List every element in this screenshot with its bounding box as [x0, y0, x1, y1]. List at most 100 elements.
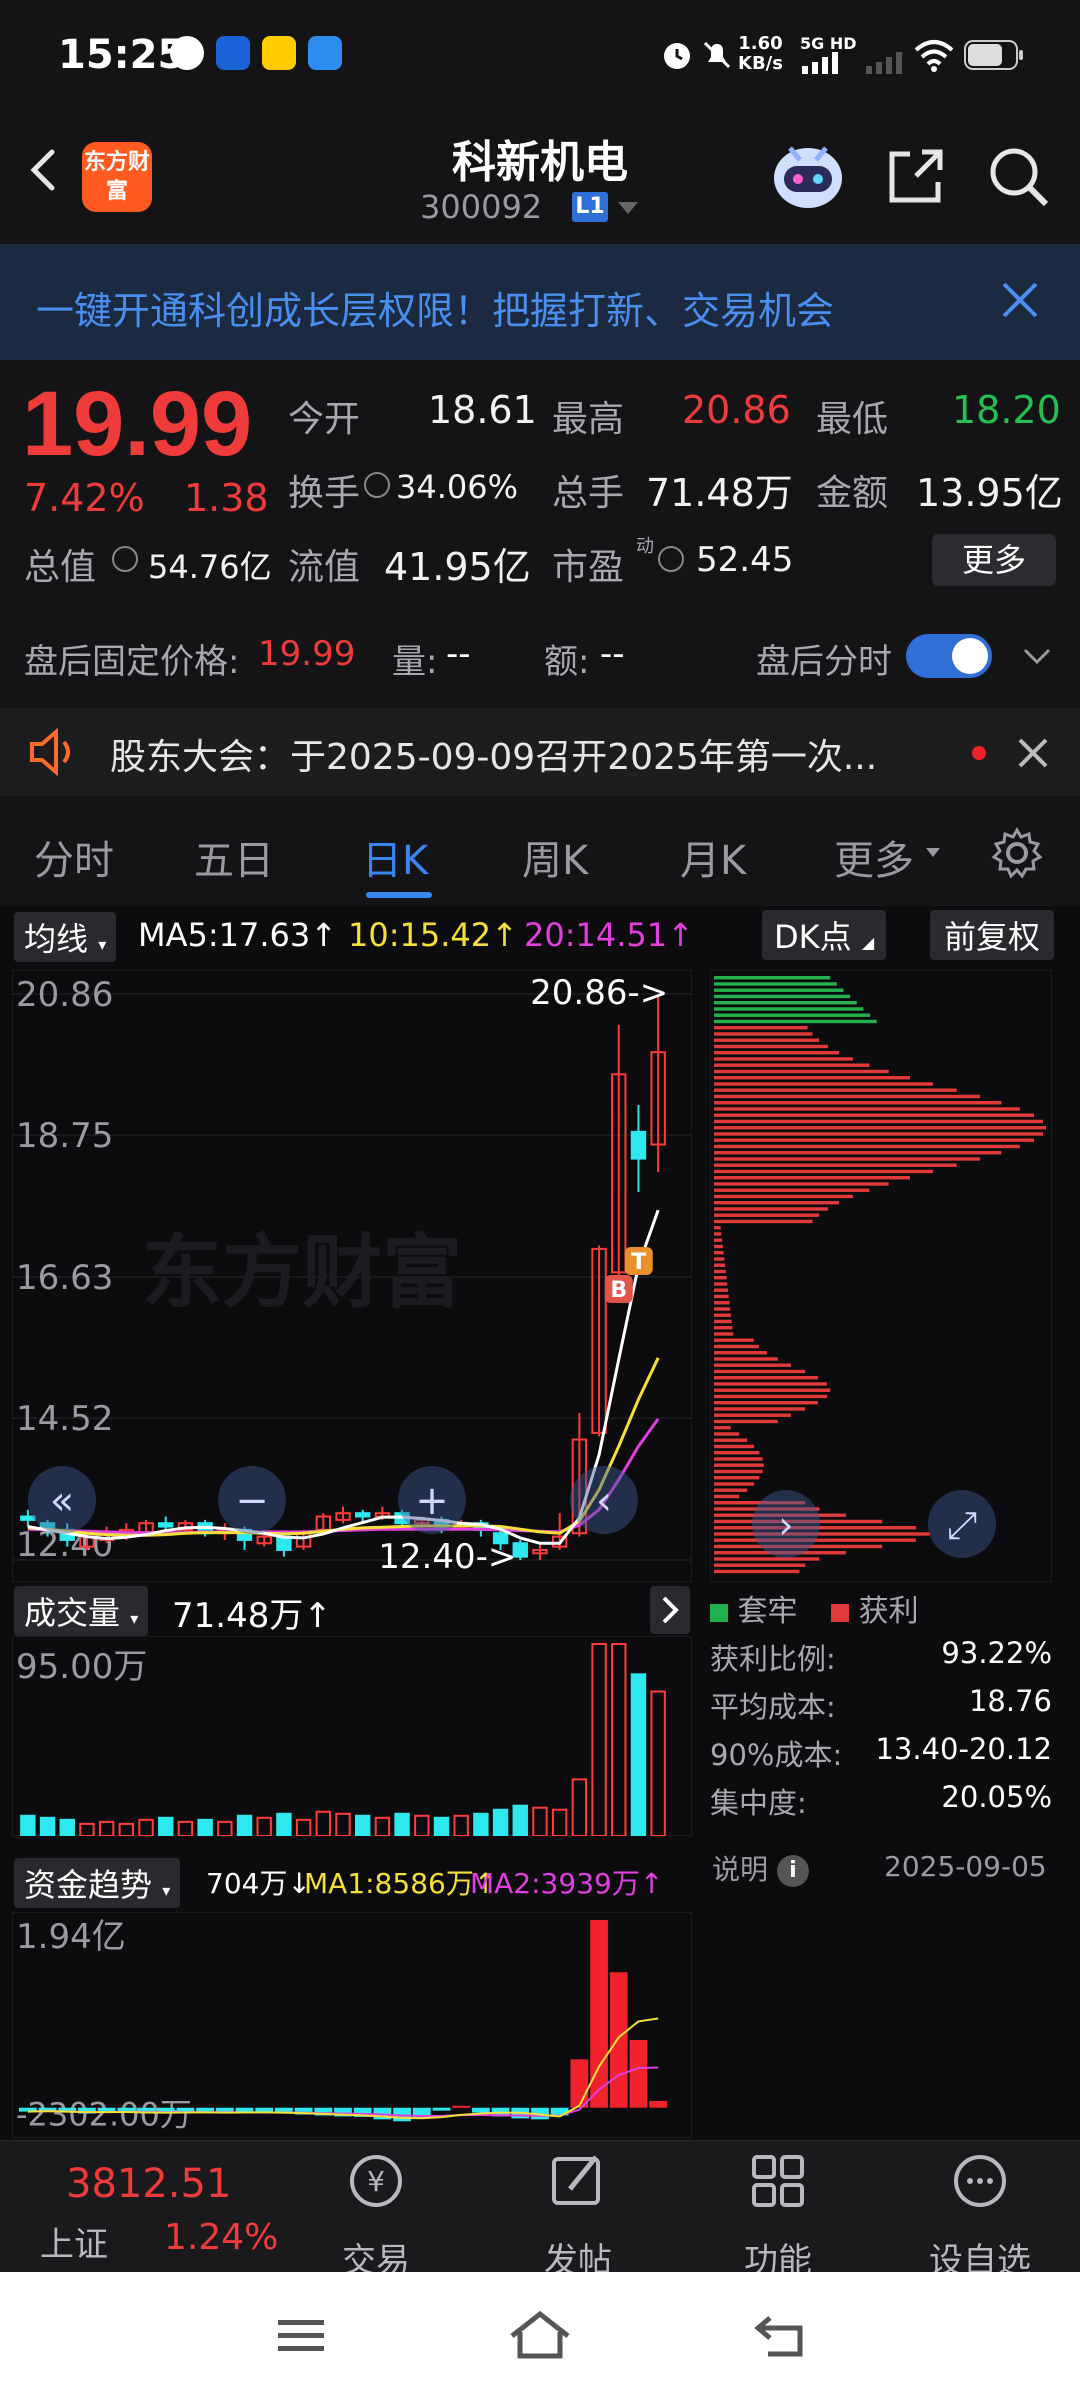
index-change[interactable]: 1.24% [164, 2217, 278, 2258]
volume-chart[interactable]: 95.00万 [12, 1636, 692, 1836]
index-value[interactable]: 3812.51 [66, 2161, 231, 2207]
tab-weekly-k[interactable]: 周K [522, 828, 588, 886]
open-label: 今开 [288, 399, 361, 440]
fund-max-label: 1.94亿 [16, 1917, 126, 1957]
after-hours-toggle[interactable] [906, 634, 992, 678]
period-tabs: 分时 五日 日K 周K 月K 更多 [0, 800, 1080, 904]
info-icon[interactable] [112, 546, 138, 572]
ma5-text: MA5:17.63 [138, 916, 311, 954]
fund-min-label: -2302.00万 [16, 2096, 192, 2134]
chip-bar [714, 1082, 933, 1086]
message-icon [170, 36, 204, 70]
promo-banner[interactable]: 一键开通科创成长层权限！把握打新、交易机会 [0, 244, 1080, 360]
chip-bar [714, 1382, 827, 1386]
info-icon[interactable] [658, 546, 684, 572]
info-icon[interactable] [364, 472, 390, 498]
level-badge[interactable]: L1 [572, 192, 608, 222]
chip-bar [714, 1113, 1035, 1117]
volume-selector[interactable]: 成交量 ▾ [14, 1586, 149, 1636]
ma-selector[interactable]: 均线 ▾ [14, 912, 117, 962]
adjust-selector[interactable]: 前复权 [930, 910, 1055, 960]
y-tick-label: 14.52 [16, 1399, 113, 1439]
chip-stat-label: 获利比例: [710, 1642, 836, 1676]
add-watchlist-icon[interactable] [948, 2149, 1012, 2213]
chip-bar [714, 1151, 1002, 1155]
close-icon[interactable] [998, 278, 1042, 322]
fund-ma1: MA1:8586万↑ [304, 1867, 498, 1900]
tab-daily-k[interactable]: 日K [362, 828, 428, 886]
chip-bar [714, 1294, 729, 1299]
chip-bar [714, 1144, 1020, 1149]
pe-dynamic-mark: 动 [636, 536, 654, 557]
caret-down-icon: ▾ [98, 935, 107, 954]
share-icon[interactable] [884, 144, 948, 208]
tab-monthly-k[interactable]: 月K [680, 828, 746, 886]
kline-chart[interactable]: 20.8618.7516.6314.5212.40东方财富20.86->12.4… [12, 970, 692, 1582]
post-icon[interactable] [546, 2149, 610, 2213]
up-arrow: ↑ [310, 916, 338, 954]
tab-intraday[interactable]: 分时 [34, 828, 114, 886]
ma20-text: 20:14.51 [524, 916, 668, 954]
dk-label: DK点 [774, 918, 852, 956]
chip-distribution-chart[interactable]: › ⤢ [710, 970, 1052, 1582]
chip-bar [714, 1476, 760, 1480]
after-hours-price: 19.99 [258, 634, 356, 674]
wifi-icon [914, 40, 954, 72]
volume-max-label: 95.00万 [16, 1647, 147, 1687]
chip-bar [714, 1088, 957, 1092]
legend-swatch-profit [831, 1603, 850, 1622]
chip-explain[interactable]: 说明 i [712, 1848, 809, 1888]
volume-bar [59, 1818, 75, 1836]
gear-icon[interactable] [990, 826, 1044, 880]
chip-bar [714, 1351, 767, 1355]
close-icon[interactable] [1016, 736, 1050, 770]
chip-bar [714, 1469, 763, 1474]
volume-bar [236, 1814, 253, 1836]
unread-dot [972, 746, 986, 760]
fund-bar [117, 2107, 136, 2112]
menu-icon[interactable] [276, 2316, 326, 2356]
function-grid-icon[interactable] [746, 2149, 810, 2213]
chip-bar [714, 1332, 734, 1336]
tab-more[interactable]: 更多 [834, 828, 914, 886]
caret-down-icon [926, 848, 940, 857]
trade-icon[interactable]: ¥ [344, 2149, 408, 2213]
search-icon[interactable] [986, 144, 1050, 208]
explain-label[interactable]: 说明 [712, 1853, 768, 1886]
volume-bar [512, 1804, 528, 1836]
back-arrow-icon[interactable] [22, 148, 66, 192]
svg-text:¥: ¥ [367, 2165, 385, 2198]
fund-trend-selector[interactable]: 资金趋势 ▾ [14, 1858, 181, 1908]
volume-bar [276, 1812, 292, 1836]
active-tab-indicator [366, 892, 432, 898]
fund-trend-chart[interactable]: 1.94亿 -2302.00万 [12, 1912, 692, 2138]
tab-five-day[interactable]: 五日 [194, 828, 274, 886]
trade-marker-label: T [631, 1250, 646, 1275]
chip-bar [714, 1269, 726, 1274]
info-icon[interactable]: i [776, 1855, 809, 1887]
ai-assistant-icon[interactable] [770, 140, 846, 210]
home-icon[interactable] [508, 2310, 572, 2362]
candle-body [630, 1130, 647, 1160]
battery-icon [964, 40, 1023, 70]
fund-bar [649, 2100, 668, 2108]
chip-bar [714, 994, 851, 999]
chevron-down-icon[interactable] [1022, 646, 1052, 666]
chip-bar [714, 1207, 828, 1211]
change-percent: 7.42% [24, 476, 145, 520]
chip-bar [714, 1132, 1043, 1136]
notice-bar[interactable]: 股东大会：于2025-09-09召开2025年第一次... [0, 708, 1080, 796]
expand-panel-button[interactable] [650, 1586, 690, 1634]
index-name[interactable]: 上证 [40, 2217, 108, 2266]
notice-text[interactable]: 股东大会：于2025-09-09召开2025年第一次... [110, 728, 877, 780]
more-button[interactable]: 更多 [932, 534, 1056, 586]
back-icon[interactable] [754, 2312, 808, 2360]
chevron-down-icon[interactable] [618, 202, 638, 214]
banner-text[interactable]: 一键开通科创成长层权限！把握打新、交易机会 [36, 280, 834, 335]
dk-point-selector[interactable]: DK点 ◢ [762, 910, 887, 960]
fund-ma2-text: MA2:3939万 [470, 1867, 640, 1900]
after-hours-vol-label: 量: [392, 642, 438, 682]
chip-bar [714, 1301, 730, 1305]
app-logo[interactable]: 东方财富 [82, 142, 152, 212]
chip-bar [714, 1201, 840, 1205]
